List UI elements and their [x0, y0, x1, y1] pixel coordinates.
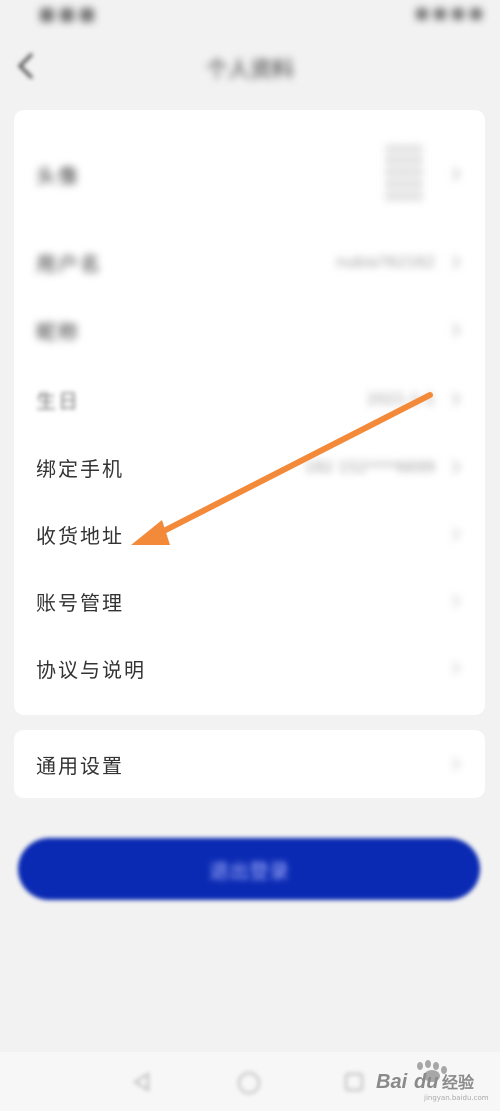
chevron-right-icon [452, 661, 461, 675]
chevron-right-icon [452, 757, 461, 771]
row-username[interactable]: 用户名 nubia762162 [14, 232, 485, 292]
row-label: 头像 [36, 163, 80, 188]
battery-icon [470, 8, 482, 20]
vibrate-icon [434, 8, 446, 20]
row-address[interactable]: 收货地址 [14, 504, 485, 564]
row-label: 绑定手机 [36, 456, 124, 481]
row-value: nubia762162 [335, 253, 435, 271]
chevron-right-icon [452, 460, 461, 474]
alarm-icon [416, 8, 428, 20]
baidu-watermark: Bai du 经验 jingyan.baidu.com [374, 1056, 492, 1102]
row-value: 182 152****6699 [304, 458, 435, 476]
profile-card: 头像 用户名 nubia762162 昵称 生日 2021-1-1 绑定手机 1… [14, 110, 485, 715]
chevron-right-icon [452, 167, 461, 181]
row-nickname[interactable]: 昵称 [14, 300, 485, 360]
row-value: 2021-1-1 [366, 390, 435, 408]
chevron-right-icon [452, 594, 461, 608]
row-label: 生日 [36, 388, 80, 413]
row-label: 收货地址 [36, 523, 124, 548]
signal-icon [40, 8, 54, 22]
row-label: 账号管理 [36, 590, 124, 615]
row-label: 昵称 [36, 319, 80, 344]
triangle-back-icon[interactable] [130, 1070, 154, 1094]
watermark-text: Bai [376, 1071, 408, 1093]
row-label: 通用设置 [36, 753, 124, 778]
row-general-settings[interactable]: 通用设置 [14, 734, 485, 794]
row-label: 用户名 [36, 251, 102, 276]
settings-card[interactable]: 通用设置 [14, 730, 485, 798]
row-account-management[interactable]: 账号管理 [14, 571, 485, 631]
wifi-icon [60, 8, 74, 22]
chevron-right-icon [452, 255, 461, 269]
page-title: 个人资料 [205, 58, 294, 83]
chevron-right-icon [452, 392, 461, 406]
status-right [416, 8, 482, 20]
chevron-right-icon [452, 323, 461, 337]
logout-button[interactable]: 退出登录 [18, 838, 480, 900]
baidu-paw-logo: Bai du 经验 jingyan.baidu.com [376, 1060, 489, 1102]
row-label: 协议与说明 [36, 657, 146, 682]
logout-label: 退出登录 [209, 858, 289, 883]
svg-text:du: du [414, 1071, 438, 1093]
svg-text:jingyan.baidu.com: jingyan.baidu.com [423, 1094, 489, 1102]
row-agreements[interactable]: 协议与说明 [14, 638, 485, 698]
row-birthday[interactable]: 生日 2021-1-1 [14, 369, 485, 429]
status-bar [0, 0, 500, 36]
row-phone[interactable]: 绑定手机 182 152****6699 [14, 437, 485, 497]
status-left [40, 8, 94, 22]
svg-text:经验: 经验 [442, 1073, 475, 1092]
row-avatar[interactable]: 头像 [14, 140, 485, 208]
notification-icon [80, 8, 94, 22]
header: 个人资料 [0, 36, 500, 96]
square-recent-icon[interactable] [342, 1070, 366, 1094]
network-icon [452, 8, 464, 20]
circle-home-icon[interactable] [236, 1070, 262, 1096]
chevron-right-icon [452, 527, 461, 541]
avatar [385, 145, 423, 203]
